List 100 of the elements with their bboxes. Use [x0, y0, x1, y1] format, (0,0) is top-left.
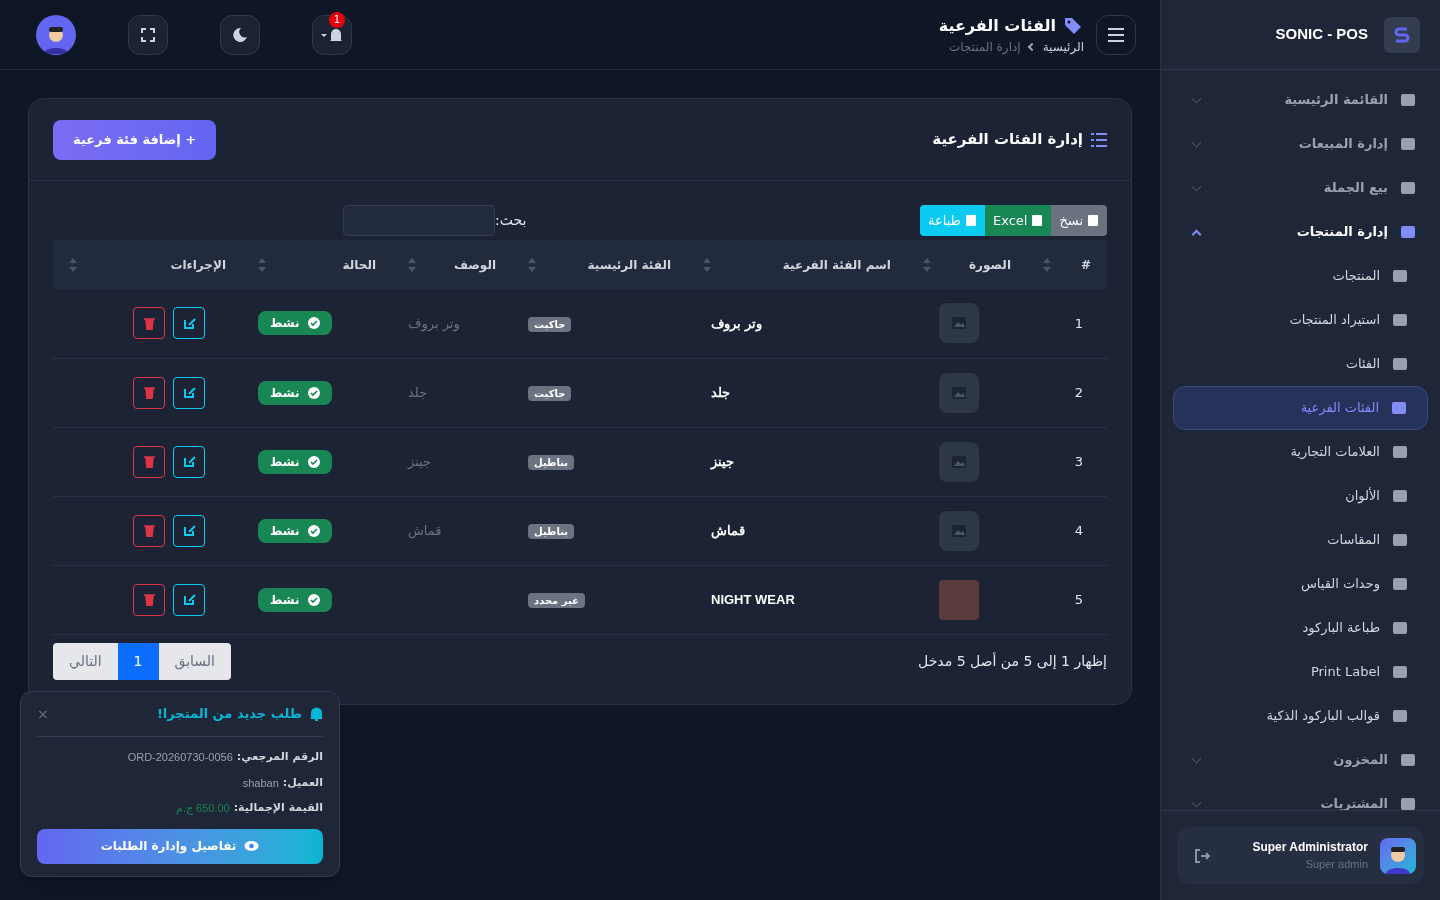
theme-toggle-button[interactable] — [220, 14, 260, 55]
menu-item-icon — [1392, 576, 1408, 592]
edit-button[interactable] — [173, 514, 205, 547]
subcategory-name: قماش — [711, 522, 745, 538]
row-number: 5 — [1074, 591, 1083, 607]
row-number: 3 — [1074, 453, 1083, 469]
tags-icon — [1064, 16, 1084, 35]
pencil-icon — [182, 386, 196, 399]
pagination-button[interactable]: 1 — [117, 642, 159, 680]
export-button[interactable]: Excel — [984, 205, 1052, 236]
category-tag: بناطيل — [528, 523, 575, 539]
user-name: Super Administrator — [1251, 839, 1368, 857]
category-tag: جاكيت — [528, 385, 572, 401]
sidebar-subitem[interactable]: وحدات القياس — [1173, 562, 1428, 606]
trash-icon — [143, 455, 155, 468]
sidebar-subitem[interactable]: الألوان — [1173, 474, 1428, 518]
column-header[interactable]: اسم الفئة الفرعية — [782, 255, 891, 274]
sort-icon[interactable] — [258, 257, 266, 272]
menu-button[interactable] — [1096, 14, 1136, 55]
row-number: 2 — [1074, 384, 1083, 400]
edit-button[interactable] — [173, 445, 205, 478]
trash-icon — [143, 593, 155, 606]
image-placeholder-icon — [939, 372, 979, 413]
sort-icon[interactable] — [1043, 257, 1051, 272]
fullscreen-button[interactable] — [128, 14, 168, 55]
category-tag: بناطيل — [528, 454, 575, 470]
menu-item-icon — [1392, 488, 1408, 504]
brand-name: SONIC - POS — [1275, 24, 1368, 45]
avatar-icon[interactable] — [36, 14, 76, 55]
column-header[interactable]: الفئة الرئيسية — [587, 255, 671, 274]
page-title: الفئات الفرعية — [938, 14, 1056, 37]
sidebar-item[interactable]: بيع الجملة — [1173, 166, 1428, 210]
logout-icon[interactable] — [1193, 847, 1211, 864]
menu-item-icon — [1392, 708, 1408, 724]
delete-button[interactable] — [133, 583, 165, 616]
user-role: Super admin — [1304, 857, 1368, 873]
sidebar-subitem[interactable]: الفئات — [1173, 342, 1428, 386]
delete-button[interactable] — [133, 514, 165, 547]
sidebar-subitem[interactable]: العلامات التجارية — [1173, 430, 1428, 474]
notifications-button[interactable]: 1 — [312, 14, 352, 55]
column-header[interactable]: الحالة — [342, 255, 376, 274]
description-text: جينز — [408, 453, 432, 469]
sort-icon[interactable] — [923, 257, 931, 272]
export-button[interactable]: نسخ — [1051, 205, 1107, 236]
sort-icon[interactable] — [528, 257, 536, 272]
sidebar-subitem[interactable]: استيراد المنتجات — [1173, 298, 1428, 342]
menu-item-icon — [1391, 400, 1407, 416]
pencil-icon — [182, 593, 196, 606]
bell-icon — [321, 26, 343, 43]
breadcrumb-link[interactable]: الرئيسية — [1042, 37, 1084, 56]
sidebar-subitem[interactable]: طباعة الباركود — [1173, 606, 1428, 650]
sidebar-item[interactable]: إدارة المبيعات — [1173, 122, 1428, 166]
menu-item-icon — [1392, 268, 1408, 284]
sidebar-subitem[interactable]: المقاسات — [1173, 518, 1428, 562]
menu-item-icon — [1392, 620, 1408, 636]
edit-button[interactable] — [173, 307, 205, 340]
status-badge: نشط — [258, 587, 332, 612]
sidebar-subitem[interactable]: المنتجات — [1173, 254, 1428, 298]
delete-button[interactable] — [133, 376, 165, 409]
sidebar-item[interactable]: المخزون — [1173, 738, 1428, 782]
sidebar-subitem[interactable]: الفئات الفرعية — [1173, 386, 1428, 430]
subcategory-name: وتر بروف — [711, 315, 762, 331]
moon-icon — [232, 26, 248, 43]
sort-icon[interactable] — [703, 257, 711, 272]
trash-icon — [143, 386, 155, 399]
column-header[interactable]: الإجراءات — [170, 255, 226, 274]
category-tag: جاكيت — [528, 316, 572, 332]
search-field[interactable] — [343, 205, 495, 236]
field-label: العميل: — [282, 774, 323, 791]
pagination-button[interactable]: السابق — [158, 642, 231, 680]
edit-button[interactable] — [173, 376, 205, 409]
notification-badge: 1 — [329, 11, 345, 28]
sidebar-item[interactable]: إدارة المنتجات — [1173, 210, 1428, 254]
pagination-button[interactable]: التالي — [53, 642, 118, 680]
sidebar-subitem[interactable]: قوالب الباركود الذكية — [1173, 694, 1428, 738]
avatar-icon — [1380, 837, 1416, 874]
add-subcategory-button[interactable]: + إضافة فئة فرعية — [53, 119, 217, 160]
edit-button[interactable] — [173, 583, 205, 616]
field-label: الرقم المرجعي: — [236, 749, 323, 765]
menu-item-icon — [1400, 752, 1416, 768]
menu-item-icon — [1400, 92, 1416, 108]
notification-title: طلب جديد من المتجرا! — [156, 705, 302, 724]
sort-icon[interactable] — [69, 257, 77, 272]
column-header[interactable]: الوصف — [453, 255, 496, 274]
search-label: بحث: — [495, 211, 527, 230]
status-badge: نشط — [258, 518, 332, 543]
delete-button[interactable] — [133, 307, 165, 340]
sidebar-subitem[interactable]: Print Label — [1173, 650, 1428, 694]
breadcrumb-current: إدارة المنتجات — [948, 38, 1021, 56]
description-text: وتر بروف — [408, 315, 460, 331]
entries-info: إظهار 1 إلى 5 من أصل 5 مدخل — [918, 651, 1107, 672]
sidebar-item[interactable]: القائمة الرئيسية — [1173, 78, 1428, 122]
expand-icon — [141, 27, 155, 42]
column-header[interactable]: الصورة — [969, 255, 1011, 274]
delete-button[interactable] — [133, 445, 165, 478]
sort-icon[interactable] — [408, 257, 416, 272]
image-placeholder-icon — [939, 303, 979, 344]
pencil-icon — [182, 455, 196, 468]
column-header[interactable]: # — [1080, 255, 1091, 274]
status-badge: نشط — [258, 311, 332, 336]
